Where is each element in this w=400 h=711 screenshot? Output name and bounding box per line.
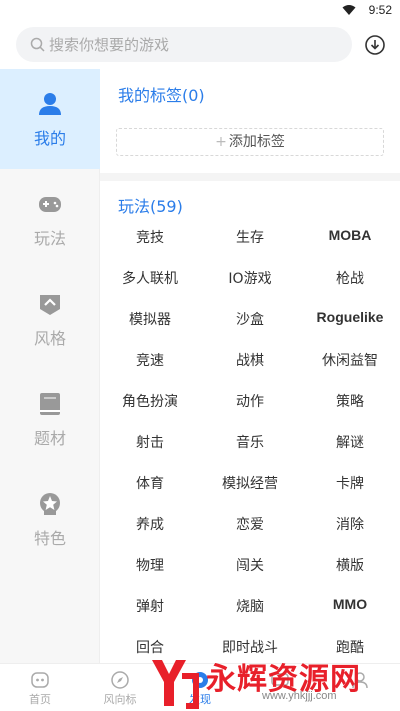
compass-icon [111, 671, 129, 689]
gameplay-tag[interactable]: 生存 [200, 227, 300, 247]
plus-icon: + [215, 134, 227, 150]
gameplay-tag[interactable]: 动作 [200, 391, 300, 411]
status-time: 9:52 [368, 3, 392, 17]
gameplay-tag[interactable]: MMO [300, 596, 400, 612]
sidebar-item-label: 玩法 [33, 229, 66, 248]
style-icon [40, 295, 60, 315]
gameplay-tag[interactable]: 卡牌 [300, 473, 400, 493]
gameplay-tag[interactable]: 体育 [100, 473, 200, 493]
gameplay-tag[interactable]: 烧脑 [200, 596, 300, 616]
gameplay-tag[interactable]: Roguelike [300, 309, 400, 325]
watermark-logo-icon [152, 660, 199, 709]
search-icon [30, 37, 45, 52]
home-icon [31, 672, 49, 688]
watermark: 永辉资源网 www.yhkjjj.com [146, 652, 400, 711]
gameplay-tag[interactable]: 横版 [300, 555, 400, 575]
my-tags-title: 我的标签(0) [118, 86, 205, 105]
sidebar-item-theme[interactable]: 题材 [0, 369, 100, 469]
gameplay-tag[interactable]: 恋爱 [200, 514, 300, 534]
gameplay-tag[interactable]: 竞技 [100, 227, 200, 247]
section-divider [100, 173, 400, 181]
gameplay-tag[interactable]: 竞速 [100, 350, 200, 370]
gameplay-tag[interactable]: 模拟器 [100, 309, 200, 329]
sidebar-item-gameplay[interactable]: 玩法 [0, 169, 100, 269]
search-bar[interactable] [16, 27, 352, 62]
add-tag-label: 添加标签 [228, 134, 285, 150]
gameplay-tag[interactable]: 多人联机 [100, 268, 200, 288]
gameplay-tag[interactable]: 音乐 [200, 432, 300, 452]
gameplay-tag[interactable]: 弹射 [100, 596, 200, 616]
gameplay-tag[interactable]: 射击 [100, 432, 200, 452]
sidebar-item-mine[interactable]: 我的 [0, 69, 100, 169]
sidebar-item-label: 特色 [33, 529, 66, 548]
gameplay-title: 玩法(59) [118, 197, 183, 216]
download-icon[interactable] [364, 34, 386, 56]
gameplay-tag[interactable]: 战棋 [200, 350, 300, 370]
gameplay-tag[interactable]: 策略 [300, 391, 400, 411]
tab-label: 首页 [29, 693, 51, 706]
sidebar-item-label: 风格 [33, 329, 66, 348]
wifi-icon [342, 5, 356, 15]
watermark-url: www.yhkjjj.com [262, 690, 337, 702]
person-icon [39, 93, 61, 115]
gameplay-tag[interactable]: 模拟经营 [200, 473, 300, 493]
gameplay-tag[interactable]: 解谜 [300, 432, 400, 452]
badge-icon [40, 493, 60, 515]
gameplay-tag[interactable]: 角色扮演 [100, 391, 200, 411]
sidebar-item-feature[interactable]: 特色 [0, 469, 100, 569]
sidebar-item-label: 题材 [33, 429, 66, 448]
gameplay-tag[interactable]: 枪战 [300, 268, 400, 288]
gameplay-tag[interactable]: 闯关 [200, 555, 300, 575]
sidebar-item-label: 我的 [33, 129, 66, 148]
category-sidebar: 我的 玩法 风格 题材 特色 [0, 69, 100, 663]
gameplay-tag[interactable]: IO游戏 [200, 268, 300, 288]
gameplay-tag[interactable]: 休闲益智 [300, 350, 400, 370]
gameplay-tag[interactable]: 消除 [300, 514, 400, 534]
gameplay-tag[interactable]: MOBA [300, 227, 400, 243]
status-bar: 9:52 [0, 0, 400, 22]
gameplay-tag[interactable]: 养成 [100, 514, 200, 534]
gamepad-icon [39, 197, 61, 212]
book-icon [40, 393, 60, 415]
gameplay-tag[interactable]: 沙盒 [200, 309, 300, 329]
gameplay-tag[interactable]: 物理 [100, 555, 200, 575]
search-input[interactable] [49, 27, 339, 62]
add-tag-button[interactable]: + 添加标签 [116, 128, 384, 156]
tab-home[interactable]: 首页 [0, 664, 80, 711]
tag-panel: 我的标签(0) + 添加标签 玩法(59) 竞技 生存 MOBA 多人联机 IO游戏 枪战模… [100, 69, 400, 663]
sidebar-item-style[interactable]: 风格 [0, 269, 100, 369]
